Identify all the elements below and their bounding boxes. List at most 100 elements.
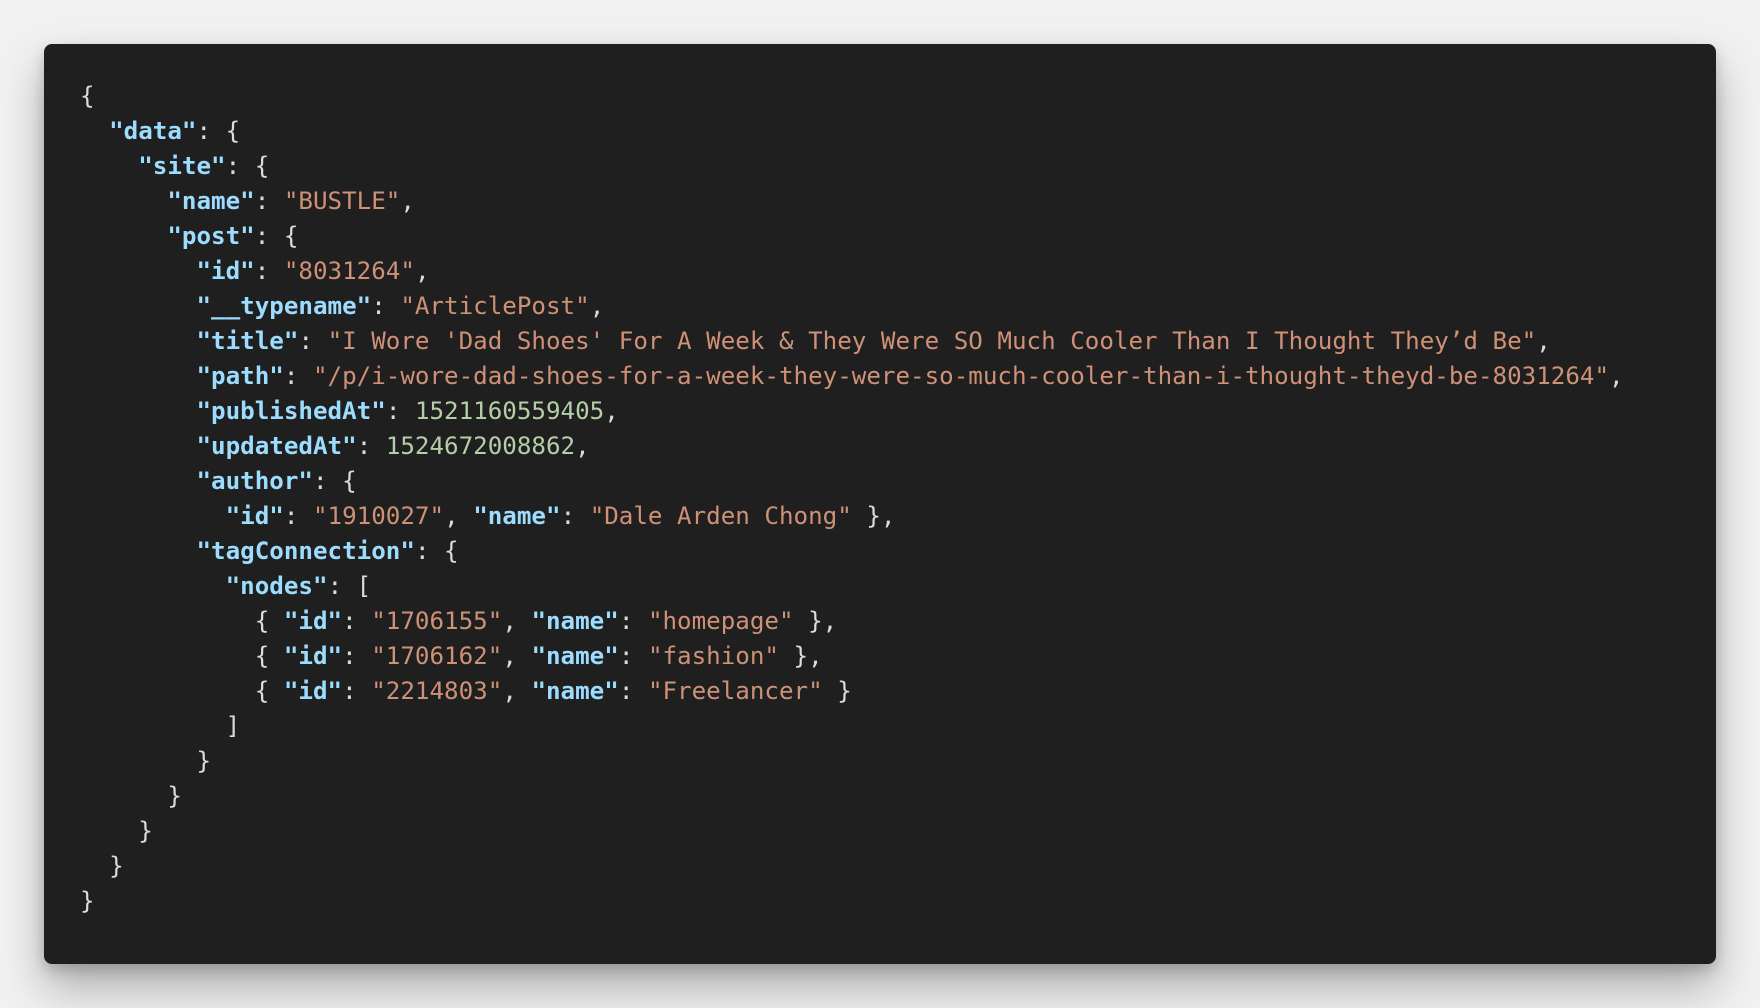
json-punctuation: } xyxy=(80,782,182,810)
json-key: "author" xyxy=(196,467,314,495)
json-string: "fashion" xyxy=(647,642,779,670)
json-punctuation xyxy=(80,187,167,215)
json-string: "Dale Arden Chong" xyxy=(589,502,852,530)
json-punctuation: ] xyxy=(80,712,241,740)
json-punctuation: } xyxy=(80,817,153,845)
json-punctuation: : xyxy=(618,677,648,705)
json-string: "I Wore 'Dad Shoes' For A Week & They We… xyxy=(327,327,1537,355)
json-key: "nodes" xyxy=(225,572,328,600)
json-punctuation: : xyxy=(298,327,328,355)
code-line: { "id": "2214803", "name": "Freelancer" … xyxy=(80,674,1624,709)
json-punctuation: : xyxy=(618,642,648,670)
json-key: "updatedAt" xyxy=(196,432,357,460)
json-punctuation: : { xyxy=(414,537,459,565)
json-number: 1524672008862 xyxy=(385,432,576,460)
code-line: } xyxy=(80,744,1624,779)
json-punctuation: { xyxy=(80,677,284,705)
json-punctuation xyxy=(80,467,197,495)
json-string: "/p/i-wore-dad-shoes-for-a-week-they-wer… xyxy=(313,362,1610,390)
json-punctuation: , xyxy=(575,432,590,460)
json-key: "id" xyxy=(283,642,343,670)
json-string: "1706155" xyxy=(371,607,503,635)
json-punctuation: , xyxy=(502,642,532,670)
code-window: { "data": { "site": { "name": "BUSTLE", … xyxy=(44,44,1716,964)
json-string: "homepage" xyxy=(647,607,794,635)
json-string: "BUSTLE" xyxy=(283,187,401,215)
json-punctuation: }, xyxy=(793,607,838,635)
json-key: "site" xyxy=(138,152,226,180)
json-key: "name" xyxy=(473,502,561,530)
json-key: "name" xyxy=(531,642,619,670)
json-key: "id" xyxy=(196,257,255,285)
json-key: "name" xyxy=(531,677,619,705)
code-line: } xyxy=(80,779,1624,814)
code-line: "data": { xyxy=(80,114,1624,149)
json-punctuation: : xyxy=(254,187,284,215)
json-string: "1706162" xyxy=(371,642,503,670)
json-punctuation: : xyxy=(560,502,590,530)
json-punctuation: : xyxy=(618,607,648,635)
json-punctuation: } xyxy=(80,852,124,880)
json-punctuation: : xyxy=(254,257,284,285)
json-punctuation xyxy=(80,257,197,285)
json-key: "tagConnection" xyxy=(196,537,415,565)
json-punctuation: , xyxy=(414,257,430,285)
code-line: "id": "8031264", xyxy=(80,254,1624,289)
json-punctuation: } xyxy=(80,747,212,775)
json-punctuation: : xyxy=(356,432,386,460)
json-string: "1910027" xyxy=(313,502,445,530)
code-line: "site": { xyxy=(80,149,1624,184)
code-line: { "id": "1706155", "name": "homepage" }, xyxy=(80,604,1624,639)
json-string: "Freelancer" xyxy=(647,677,823,705)
json-key: "name" xyxy=(167,187,255,215)
json-key: "id" xyxy=(283,607,343,635)
code-line: "tagConnection": { xyxy=(80,534,1624,569)
json-punctuation xyxy=(80,362,197,390)
code-line: "nodes": [ xyxy=(80,569,1624,604)
json-punctuation: : xyxy=(385,397,415,425)
code-line: "publishedAt": 1521160559405, xyxy=(80,394,1624,429)
json-punctuation xyxy=(80,222,167,250)
json-key: "id" xyxy=(283,677,343,705)
code-line: "title": "I Wore 'Dad Shoes' For A Week … xyxy=(80,324,1624,359)
json-string: "8031264" xyxy=(283,257,415,285)
json-key: "publishedAt" xyxy=(196,397,386,425)
json-punctuation: : xyxy=(342,607,372,635)
json-punctuation xyxy=(80,152,138,180)
json-punctuation xyxy=(80,397,197,425)
json-key: "id" xyxy=(225,502,284,530)
code-line: } xyxy=(80,884,1624,919)
json-string: "ArticlePost" xyxy=(400,292,590,320)
json-punctuation: , xyxy=(604,397,619,425)
code-line: "id": "1910027", "name": "Dale Arden Cho… xyxy=(80,499,1624,534)
json-punctuation xyxy=(80,572,226,600)
json-punctuation: , xyxy=(502,607,532,635)
code-line: } xyxy=(80,849,1624,884)
json-key: "name" xyxy=(531,607,619,635)
json-code-block: { "data": { "site": { "name": "BUSTLE", … xyxy=(80,79,1624,919)
json-punctuation: : xyxy=(371,292,401,320)
json-punctuation xyxy=(80,502,226,530)
json-punctuation: : { xyxy=(225,152,270,180)
json-punctuation: , xyxy=(589,292,605,320)
json-punctuation: : { xyxy=(196,117,241,145)
json-punctuation: , xyxy=(1536,327,1551,355)
code-line: ] xyxy=(80,709,1624,744)
json-punctuation: : xyxy=(342,642,372,670)
json-punctuation xyxy=(80,537,197,565)
json-punctuation: : { xyxy=(313,467,357,495)
code-line: "updatedAt": 1524672008862, xyxy=(80,429,1624,464)
json-punctuation: { xyxy=(80,642,284,670)
json-punctuation xyxy=(80,327,197,355)
json-punctuation xyxy=(80,292,197,320)
json-punctuation: } xyxy=(822,677,852,705)
json-key: "data" xyxy=(109,117,197,145)
json-punctuation: , xyxy=(444,502,474,530)
json-key: "__typename" xyxy=(196,292,372,320)
json-punctuation: : xyxy=(283,502,313,530)
code-line: "post": { xyxy=(80,219,1624,254)
code-line: "author": { xyxy=(80,464,1624,499)
json-punctuation: , xyxy=(502,677,532,705)
json-punctuation: : [ xyxy=(327,572,372,600)
json-punctuation xyxy=(80,117,109,145)
